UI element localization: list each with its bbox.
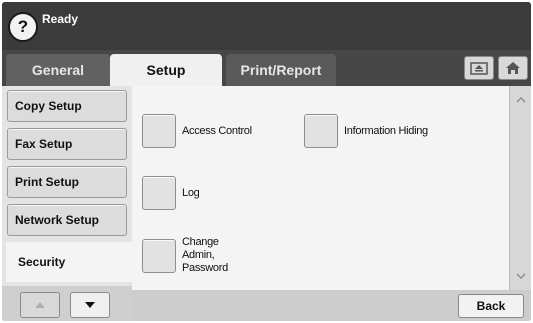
triangle-up-icon	[35, 302, 45, 308]
log-option[interactable]: Log	[142, 176, 200, 210]
back-button-label: Back	[476, 299, 506, 313]
help-button[interactable]: ?	[8, 12, 38, 42]
sidebar-item-print-setup[interactable]: Print Setup	[7, 166, 127, 198]
tab-bar: General Print/Report Setup	[2, 50, 531, 134]
question-mark-icon: ?	[17, 17, 29, 36]
chevron-up-icon[interactable]	[515, 94, 527, 106]
screen: ? Ready General Print/Report Setup Copy …	[0, 0, 533, 323]
sidebar-item-network-setup[interactable]: Network Setup	[7, 204, 127, 236]
scrollbar[interactable]	[509, 86, 531, 290]
option-label: Log	[182, 186, 200, 199]
information-hiding-button[interactable]	[304, 114, 338, 148]
change-admin-password-button[interactable]	[142, 238, 176, 273]
scroll-down-button[interactable]	[70, 292, 110, 318]
sidebar-item-label: Network Setup	[15, 213, 100, 227]
sidebar-item-label: Security	[18, 255, 66, 269]
eject-button[interactable]	[464, 56, 494, 80]
triangle-down-icon	[85, 302, 95, 308]
access-control-option[interactable]: Access Control	[142, 114, 252, 148]
sidebar-item-label: Copy Setup	[15, 99, 82, 113]
option-label: Information Hiding	[344, 124, 428, 137]
sidebar-item-security[interactable]: Security	[6, 242, 132, 282]
change-admin-password-option[interactable]: Change Admin, Password	[142, 236, 252, 275]
options-panel: Access Control Information Hiding Log Ch…	[132, 86, 509, 290]
sidebar-item-label: Fax Setup	[15, 137, 73, 151]
sidebar-nav	[2, 286, 132, 321]
log-button[interactable]	[142, 176, 176, 210]
eject-icon	[470, 62, 488, 75]
tab-general[interactable]: General	[6, 54, 110, 86]
back-button[interactable]: Back	[458, 294, 524, 318]
chevron-down-icon[interactable]	[515, 270, 527, 282]
tab-print-report[interactable]: Print/Report	[226, 54, 336, 86]
device-panel: ? Ready General Print/Report Setup Copy …	[2, 2, 531, 321]
home-button[interactable]	[498, 56, 528, 80]
bottom-bar: Back	[132, 290, 531, 321]
scroll-up-button[interactable]	[20, 292, 60, 318]
tab-setup-label: Setup	[146, 62, 186, 78]
content-area: Copy Setup Fax Setup Print Setup Network…	[2, 86, 531, 321]
access-control-button[interactable]	[142, 114, 176, 148]
information-hiding-option[interactable]: Information Hiding	[304, 114, 428, 148]
sidebar-item-copy-setup[interactable]: Copy Setup	[7, 90, 127, 122]
tab-print-report-label: Print/Report	[240, 62, 322, 78]
tab-general-label: General	[31, 62, 85, 78]
option-label: Change Admin, Password	[182, 236, 228, 274]
status-bar: ? Ready	[2, 2, 531, 50]
tab-setup[interactable]: Setup	[110, 54, 222, 86]
option-label: Access Control	[182, 124, 252, 137]
sidebar: Copy Setup Fax Setup Print Setup Network…	[2, 86, 132, 321]
status-text: Ready	[42, 12, 79, 26]
sidebar-item-label: Print Setup	[15, 175, 80, 189]
sidebar-item-fax-setup[interactable]: Fax Setup	[7, 128, 127, 160]
home-icon	[506, 62, 520, 74]
